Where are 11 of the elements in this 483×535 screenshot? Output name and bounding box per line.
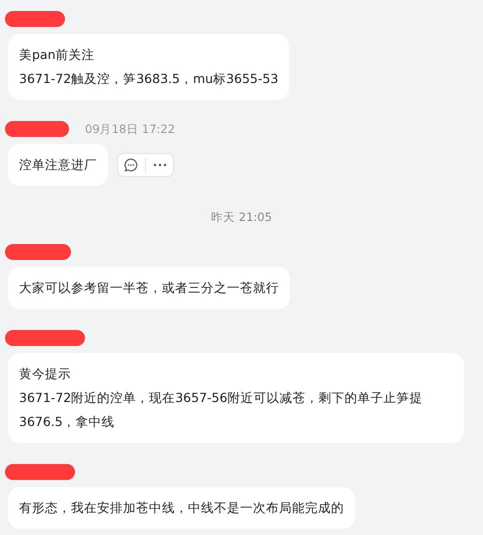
message-text: 有形态，我在安排加苍中线，中线不是一次布局能完成的: [19, 499, 344, 517]
message-text: 黄今提示: [19, 365, 72, 383]
more-icon[interactable]: [153, 163, 167, 167]
message-time: 09月18日 17:22: [85, 122, 176, 136]
comment-icon[interactable]: [124, 158, 138, 172]
message-text: 涳单注意进厂: [19, 156, 97, 174]
message-text: 3671-72附近的涳单，现在3657-56附近可以减苍，剩下的单子止笋提3676.5，拿中线: [19, 389, 424, 431]
message-text: 美pan前关注: [19, 46, 96, 64]
time-divider: 昨天 21:05: [211, 210, 272, 224]
message-text: 大家可以参考留一半苍，或者三分之一苍就行: [19, 279, 279, 297]
message-text: 3671-72触及涳，笋3683.5，mu标3655-53: [19, 70, 278, 88]
